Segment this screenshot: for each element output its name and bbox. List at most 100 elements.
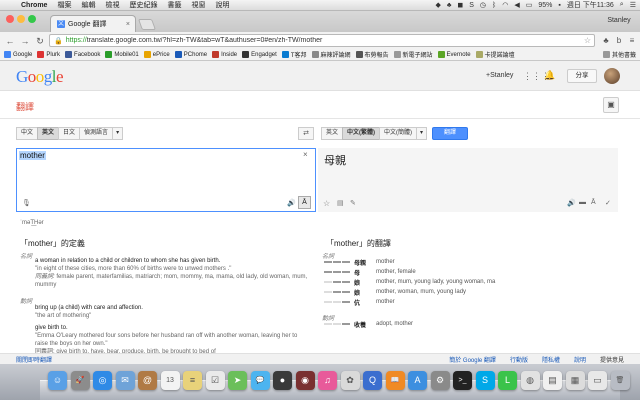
- dock-photos-icon[interactable]: ✿: [340, 371, 360, 390]
- footer-feedback-link[interactable]: 提供意見: [600, 355, 624, 364]
- source-lang-dropdown[interactable]: ▾: [112, 127, 124, 140]
- source-lang-detect[interactable]: 偵測語言: [79, 127, 114, 140]
- bookmark-star-icon[interactable]: ☆: [584, 36, 594, 45]
- footer-mobile-link[interactable]: 行動版: [510, 355, 528, 364]
- spotlight-icon[interactable]: ⌕: [620, 1, 624, 9]
- skype-icon[interactable]: S: [469, 2, 474, 9]
- source-lang-chinese[interactable]: 中文: [16, 127, 39, 140]
- translation-row[interactable]: 伉 mother: [320, 297, 495, 307]
- menu-history[interactable]: 歷史紀錄: [124, 0, 162, 10]
- bookmark-engadget[interactable]: Engadget: [242, 51, 277, 58]
- extension-b-icon[interactable]: b: [614, 36, 624, 46]
- source-lang-english[interactable]: 英文: [37, 127, 60, 140]
- bookmark-pchome[interactable]: PChome: [174, 51, 207, 58]
- translation-row[interactable]: 母親 mother: [320, 257, 495, 267]
- dock-messages-icon[interactable]: 💬: [250, 371, 270, 390]
- tab-google-translate[interactable]: 文 Google 翻譯 ×: [50, 15, 136, 32]
- forward-arrow-icon[interactable]: →: [19, 35, 31, 47]
- dock-downloads-icon[interactable]: ▦: [565, 371, 585, 390]
- dock-skype-icon[interactable]: S: [475, 371, 495, 390]
- dropbox-icon[interactable]: ◆: [435, 1, 440, 9]
- translation-row[interactable]: 娘 mother, woman, mum, young lady: [320, 287, 495, 297]
- menu-bookmarks[interactable]: 書籤: [162, 0, 186, 10]
- minimize-window-icon[interactable]: [17, 15, 25, 23]
- menu-view[interactable]: 檢視: [100, 0, 124, 10]
- dock-terminal-icon[interactable]: >_: [453, 371, 472, 390]
- dock-desktop-icon[interactable]: ▭: [588, 371, 607, 390]
- source-text-area[interactable]: [16, 148, 316, 212]
- address-bar[interactable]: 🔒 https:// translate.google.com.tw/?hl=z…: [49, 34, 595, 47]
- dock-appstore-icon[interactable]: A: [408, 371, 427, 390]
- flag-icon[interactable]: ▪: [558, 2, 560, 9]
- bookmark-inside[interactable]: Inside: [212, 51, 237, 58]
- bookmark-evernote[interactable]: Evernote: [437, 51, 471, 58]
- translation-row[interactable]: 母 mother, female: [320, 267, 495, 277]
- line-icon[interactable]: ◼: [457, 1, 463, 9]
- input-tools-icon[interactable]: Ā: [298, 196, 311, 209]
- bookmark-ck101[interactable]: 卡提諾論壇: [475, 50, 515, 59]
- edit-pencil-icon[interactable]: ✎: [350, 199, 356, 207]
- dock-safari-icon[interactable]: ◎: [93, 371, 112, 390]
- close-window-icon[interactable]: [6, 15, 14, 23]
- footer-help-link[interactable]: 說明: [574, 355, 586, 364]
- dock-finder-icon[interactable]: ☺: [48, 371, 67, 390]
- bookmark-eprice[interactable]: ePrice: [143, 51, 170, 58]
- dock-ibooks-icon[interactable]: 📖: [385, 371, 405, 390]
- feedback-icon[interactable]: ▬: [579, 199, 586, 206]
- notification-center-icon[interactable]: ☰: [630, 1, 636, 9]
- target-lang-traditional-chinese[interactable]: 中文(繁體): [342, 127, 381, 140]
- menu-window[interactable]: 視窗: [186, 0, 210, 10]
- target-lang-english[interactable]: 英文: [321, 127, 344, 140]
- notifications-bell-icon[interactable]: 🔔: [544, 70, 555, 81]
- volume-icon[interactable]: ◀: [514, 1, 519, 9]
- reload-icon[interactable]: ↻: [34, 35, 46, 47]
- dock-photobooth-icon[interactable]: ◉: [295, 371, 315, 390]
- user-profile-link[interactable]: +Stanley: [486, 72, 513, 79]
- dock-notes-icon[interactable]: ≡: [183, 371, 202, 390]
- footer-about-link[interactable]: 簡於 Google 翻譯: [449, 355, 496, 364]
- target-lang-dropdown[interactable]: ▾: [416, 127, 428, 140]
- dock-line-icon[interactable]: L: [498, 371, 517, 390]
- menu-help[interactable]: 說明: [210, 0, 234, 10]
- dock-quicktime-icon[interactable]: Q: [363, 371, 382, 390]
- wifi-icon[interactable]: ◠: [502, 1, 508, 9]
- footer-privacy-link[interactable]: 隱私權: [542, 355, 560, 364]
- listen-source-icon[interactable]: 🔊: [287, 199, 296, 207]
- dock-reminders-icon[interactable]: ☑: [205, 371, 225, 390]
- translate-button[interactable]: 翻譯: [432, 127, 468, 140]
- menu-file[interactable]: 檔案: [52, 0, 76, 10]
- dock-trash-icon[interactable]: 🗑: [610, 371, 630, 390]
- romanization-icon[interactable]: Ā: [591, 199, 596, 206]
- tab-close-icon[interactable]: ×: [126, 21, 135, 28]
- alternatives-icon[interactable]: ▤: [337, 199, 344, 207]
- dock-preferences-icon[interactable]: ⚙: [430, 371, 450, 390]
- bookmark-google[interactable]: Google: [4, 51, 32, 58]
- dock-documents-icon[interactable]: ▤: [543, 371, 562, 390]
- google-logo[interactable]: Google: [16, 67, 64, 87]
- bluetooth-icon[interactable]: ᛒ: [492, 2, 496, 9]
- result-text[interactable]: 母親: [324, 152, 346, 168]
- extension-evernote-icon[interactable]: ♣: [601, 36, 611, 46]
- translation-row[interactable]: 娘 mother, mum, young lady, young woman, m…: [320, 277, 495, 287]
- bookmark-electronics[interactable]: 新電子網站: [393, 50, 433, 59]
- listen-result-icon[interactable]: 🔊: [567, 199, 576, 207]
- zoom-window-icon[interactable]: [28, 15, 36, 23]
- bookmark-plurk[interactable]: Plurk: [37, 51, 60, 58]
- clear-source-icon[interactable]: ×: [303, 150, 308, 159]
- bookmark-other[interactable]: 其他書籤: [602, 50, 640, 59]
- menu-chrome[interactable]: Chrome: [16, 2, 52, 9]
- dock-mail-icon[interactable]: ✉: [115, 371, 135, 390]
- bookmark-facebook[interactable]: Facebook: [65, 51, 100, 58]
- battery-icon[interactable]: ▭: [526, 1, 533, 9]
- dock-facetime-icon[interactable]: ●: [273, 371, 292, 390]
- translation-row[interactable]: 收養 adopt, mother: [320, 319, 413, 329]
- menu-edit[interactable]: 編輯: [76, 0, 100, 10]
- checkmark-icon[interactable]: ✓: [605, 199, 611, 207]
- bookmark-mala[interactable]: 麻辣評論網: [311, 50, 351, 59]
- bookmark-mobile01[interactable]: Mobile01: [105, 51, 139, 58]
- back-arrow-icon[interactable]: ←: [4, 35, 16, 47]
- target-lang-simplified-chinese[interactable]: 中文(簡體): [379, 127, 418, 140]
- dock-chrome-icon[interactable]: ◍: [520, 371, 540, 390]
- dock-launchpad-icon[interactable]: 🚀: [70, 371, 90, 390]
- avatar[interactable]: [604, 68, 620, 84]
